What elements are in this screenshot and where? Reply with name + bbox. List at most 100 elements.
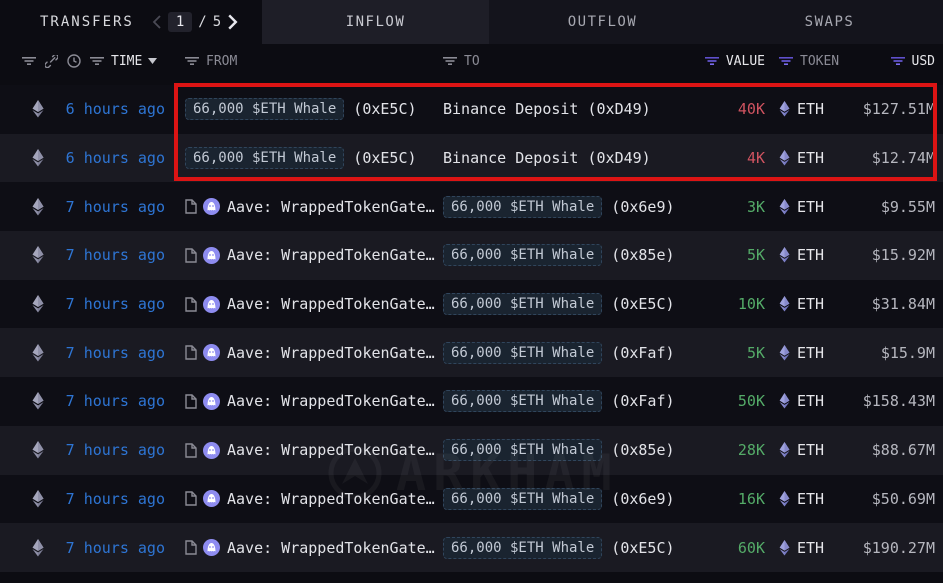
time-link[interactable]: 7 hours ago bbox=[50, 246, 165, 264]
column-header-from[interactable]: FROM bbox=[206, 54, 237, 69]
time-link[interactable]: 6 hours ago bbox=[50, 149, 165, 167]
filter-icon[interactable] bbox=[891, 56, 905, 66]
token-cell: ETH bbox=[765, 100, 843, 118]
to-entity-label[interactable]: Binance Deposit (0xD49) bbox=[443, 100, 651, 118]
table-row[interactable]: 7 hours ago Aave: WrappedTokenGate… 66,0… bbox=[0, 426, 943, 475]
contract-name-label[interactable]: Aave: WrappedTokenGate… bbox=[227, 441, 435, 459]
address-label[interactable]: (0x6e9) bbox=[611, 198, 674, 216]
table-row[interactable]: 7 hours ago Aave: WrappedTokenGate… 66,0… bbox=[0, 182, 943, 231]
entity-badge[interactable]: 66,000 $ETH Whale bbox=[443, 293, 602, 315]
usd-cell: $12.74M bbox=[843, 149, 943, 167]
from-cell[interactable]: 66,000 $ETH Whale (0xE5C) bbox=[185, 147, 443, 169]
link-icon[interactable] bbox=[45, 55, 58, 68]
to-cell[interactable]: 66,000 $ETH Whale (0xFaf) bbox=[443, 342, 701, 364]
clock-icon[interactable] bbox=[67, 54, 81, 68]
table-row[interactable]: 7 hours ago Aave: WrappedTokenGate… 66,0… bbox=[0, 328, 943, 377]
entity-badge[interactable]: 66,000 $ETH Whale bbox=[443, 342, 602, 364]
to-cell[interactable]: 66,000 $ETH Whale (0xFaf) bbox=[443, 390, 701, 412]
filter-icon[interactable] bbox=[779, 56, 793, 66]
entity-badge[interactable]: 66,000 $ETH Whale bbox=[443, 537, 602, 559]
time-link[interactable]: 7 hours ago bbox=[50, 198, 165, 216]
current-page[interactable]: 1 bbox=[168, 12, 192, 32]
value-cell: 10K bbox=[701, 295, 765, 313]
time-link[interactable]: 7 hours ago bbox=[50, 539, 165, 557]
tab-swaps[interactable]: SWAPS bbox=[716, 0, 943, 44]
filter-icon[interactable] bbox=[705, 56, 719, 66]
column-header-token[interactable]: TOKEN bbox=[800, 54, 839, 69]
table-row[interactable]: 7 hours ago Aave: WrappedTokenGate… 66,0… bbox=[0, 280, 943, 329]
chevron-left-icon[interactable] bbox=[152, 15, 162, 29]
table-row[interactable]: 6 hours ago 66,000 $ETH Whale (0xE5C) Bin… bbox=[0, 85, 943, 134]
table-row[interactable]: 6 hours ago 66,000 $ETH Whale (0xE5C) Bin… bbox=[0, 134, 943, 183]
contract-name-label[interactable]: Aave: WrappedTokenGate… bbox=[227, 490, 435, 508]
tab-inflow[interactable]: INFLOW bbox=[262, 0, 489, 44]
to-cell[interactable]: 66,000 $ETH Whale (0xE5C) bbox=[443, 537, 701, 559]
to-cell[interactable]: Binance Deposit (0xD49) bbox=[443, 100, 701, 118]
address-label[interactable]: (0xE5C) bbox=[611, 539, 674, 557]
contract-name-label[interactable]: Aave: WrappedTokenGate… bbox=[227, 246, 435, 264]
table-row[interactable]: 7 hours ago Aave: WrappedTokenGate… 66,0… bbox=[0, 523, 943, 572]
caret-down-icon[interactable] bbox=[148, 58, 157, 64]
from-cell[interactable]: Aave: WrappedTokenGate… bbox=[185, 198, 443, 216]
address-label[interactable]: (0xE5C) bbox=[611, 295, 674, 313]
entity-badge[interactable]: 66,000 $ETH Whale bbox=[185, 147, 344, 169]
to-cell[interactable]: 66,000 $ETH Whale (0x85e) bbox=[443, 244, 701, 266]
token-symbol: ETH bbox=[797, 539, 824, 557]
from-cell[interactable]: Aave: WrappedTokenGate… bbox=[185, 344, 443, 362]
time-link[interactable]: 7 hours ago bbox=[50, 344, 165, 362]
address-label[interactable]: (0x85e) bbox=[611, 246, 674, 264]
filter-icon[interactable] bbox=[22, 56, 36, 66]
chevron-right-icon[interactable] bbox=[227, 14, 238, 30]
entity-badge[interactable]: 66,000 $ETH Whale bbox=[443, 196, 602, 218]
time-link[interactable]: 7 hours ago bbox=[50, 490, 165, 508]
time-link[interactable]: 7 hours ago bbox=[50, 441, 165, 459]
table-row[interactable]: 7 hours ago Aave: WrappedTokenGate… 66,0… bbox=[0, 475, 943, 524]
column-header-to[interactable]: TO bbox=[464, 54, 480, 69]
column-header-time[interactable]: TIME bbox=[111, 54, 142, 69]
table-row[interactable]: 7 hours ago Aave: WrappedTokenGate… 66,0… bbox=[0, 231, 943, 280]
entity-badge[interactable]: 66,000 $ETH Whale bbox=[443, 488, 602, 510]
time-link[interactable]: 7 hours ago bbox=[50, 295, 165, 313]
contract-name-label[interactable]: Aave: WrappedTokenGate… bbox=[227, 198, 435, 216]
to-cell[interactable]: 66,000 $ETH Whale (0xE5C) bbox=[443, 293, 701, 315]
filter-icon[interactable] bbox=[443, 56, 457, 66]
tab-outflow[interactable]: OUTFLOW bbox=[489, 0, 716, 44]
to-cell[interactable]: 66,000 $ETH Whale (0x6e9) bbox=[443, 488, 701, 510]
entity-badge[interactable]: 66,000 $ETH Whale bbox=[185, 98, 344, 120]
token-cell: ETH bbox=[765, 198, 843, 216]
contract-name-label[interactable]: Aave: WrappedTokenGate… bbox=[227, 295, 435, 313]
to-entity-label[interactable]: Binance Deposit (0xD49) bbox=[443, 149, 651, 167]
address-label[interactable]: (0xFaf) bbox=[611, 344, 674, 362]
column-header-usd[interactable]: USD bbox=[912, 54, 935, 69]
column-header-value[interactable]: VALUE bbox=[726, 54, 765, 69]
address-label[interactable]: (0x85e) bbox=[611, 441, 674, 459]
ethereum-icon bbox=[32, 344, 44, 362]
to-cell[interactable]: 66,000 $ETH Whale (0x6e9) bbox=[443, 196, 701, 218]
from-cell[interactable]: Aave: WrappedTokenGate… bbox=[185, 392, 443, 410]
token-cell: ETH bbox=[765, 246, 843, 264]
entity-badge[interactable]: 66,000 $ETH Whale bbox=[443, 439, 602, 461]
from-cell[interactable]: Aave: WrappedTokenGate… bbox=[185, 295, 443, 313]
to-cell[interactable]: Binance Deposit (0xD49) bbox=[443, 149, 701, 167]
from-cell[interactable]: Aave: WrappedTokenGate… bbox=[185, 539, 443, 557]
contract-name-label[interactable]: Aave: WrappedTokenGate… bbox=[227, 344, 435, 362]
from-cell[interactable]: Aave: WrappedTokenGate… bbox=[185, 490, 443, 508]
table-row[interactable]: 7 hours ago Aave: WrappedTokenGate… 66,0… bbox=[0, 377, 943, 426]
address-label[interactable]: (0xFaf) bbox=[611, 392, 674, 410]
filter-icon[interactable] bbox=[185, 56, 199, 66]
contract-name-label[interactable]: Aave: WrappedTokenGate… bbox=[227, 539, 435, 557]
from-cell[interactable]: Aave: WrappedTokenGate… bbox=[185, 441, 443, 459]
chain-icon-cell bbox=[0, 539, 50, 557]
time-link[interactable]: 7 hours ago bbox=[50, 392, 165, 410]
entity-badge[interactable]: 66,000 $ETH Whale bbox=[443, 244, 602, 266]
from-cell[interactable]: 66,000 $ETH Whale (0xE5C) bbox=[185, 98, 443, 120]
from-cell[interactable]: Aave: WrappedTokenGate… bbox=[185, 246, 443, 264]
to-cell[interactable]: 66,000 $ETH Whale (0x85e) bbox=[443, 439, 701, 461]
address-label[interactable]: (0x6e9) bbox=[611, 490, 674, 508]
contract-name-label[interactable]: Aave: WrappedTokenGate… bbox=[227, 392, 435, 410]
filter-icon[interactable] bbox=[90, 56, 104, 66]
time-link[interactable]: 6 hours ago bbox=[50, 100, 165, 118]
entity-badge[interactable]: 66,000 $ETH Whale bbox=[443, 390, 602, 412]
address-label[interactable]: (0xE5C) bbox=[353, 100, 416, 118]
address-label[interactable]: (0xE5C) bbox=[353, 149, 416, 167]
